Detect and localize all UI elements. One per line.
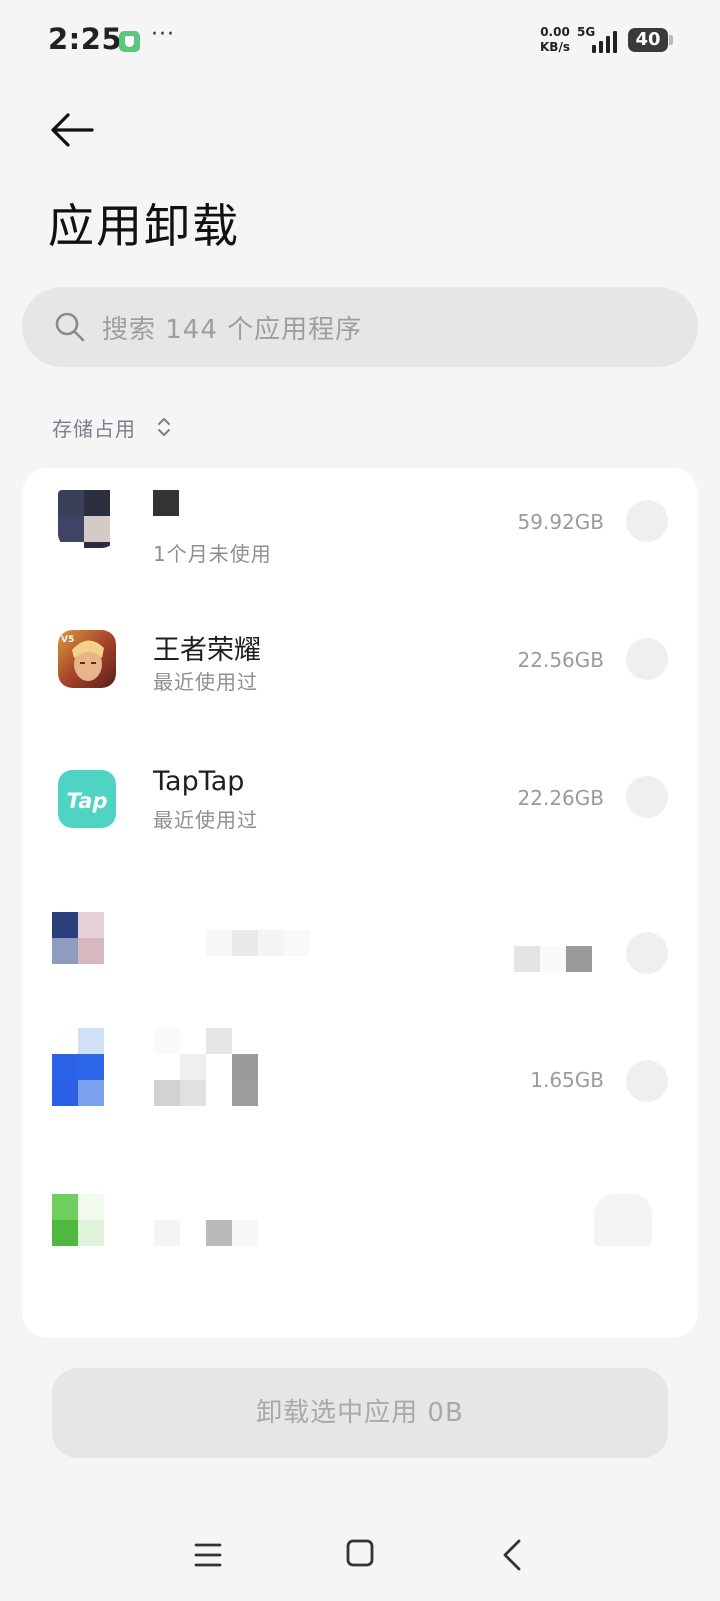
app-icon-redacted xyxy=(58,490,116,548)
page-title: 应用卸载 xyxy=(48,199,240,253)
app-last-used: 1个月未使用 xyxy=(153,542,272,566)
app-name-redacted xyxy=(154,1220,258,1246)
search-placeholder: 搜索 144 个应用程序 xyxy=(102,315,363,345)
sort-by-storage[interactable]: 存储占用 xyxy=(52,413,136,442)
status-time: 2:25 xyxy=(48,22,123,56)
uninstall-selected-button[interactable]: 卸载选中应用 0B xyxy=(52,1368,668,1458)
home-icon[interactable] xyxy=(346,1539,374,1567)
app-row[interactable] xyxy=(22,1168,698,1308)
taptap-icon: Tap xyxy=(58,770,116,828)
app-size: 59.92GB xyxy=(517,510,604,534)
app-icon-redacted xyxy=(52,912,104,964)
app-name: 王者荣耀 xyxy=(153,635,261,666)
select-checkbox[interactable] xyxy=(626,638,668,680)
app-row[interactable]: 1个月未使用 59.92GB xyxy=(22,468,698,608)
honor-of-kings-icon: V5 xyxy=(58,630,116,688)
search-icon xyxy=(54,311,86,343)
battery-tip xyxy=(669,35,673,45)
app-list: 1个月未使用 59.92GB V5 王者荣耀 最近使用过 22.56GB Tap… xyxy=(22,468,698,1338)
signal-strength-icon xyxy=(590,29,620,53)
vpn-shield-icon xyxy=(119,31,140,52)
sort-updown-icon[interactable] xyxy=(156,415,172,439)
app-row[interactable]: Tap TapTap 最近使用过 22.26GB xyxy=(22,748,698,888)
select-checkbox[interactable] xyxy=(626,1060,668,1102)
network-speed-value: 0.00 xyxy=(540,25,570,39)
menu-icon[interactable] xyxy=(193,1541,223,1569)
app-row[interactable] xyxy=(22,888,698,1028)
app-row[interactable]: 1.65GB xyxy=(22,1028,698,1168)
svg-text:Tap: Tap xyxy=(66,789,107,813)
app-name-redacted xyxy=(153,490,179,516)
app-name-redacted xyxy=(206,930,310,956)
app-row[interactable]: V5 王者荣耀 最近使用过 22.56GB xyxy=(22,608,698,748)
select-checkbox[interactable] xyxy=(626,500,668,542)
more-notifications-icon: ··· xyxy=(151,22,175,47)
app-size: 22.26GB xyxy=(517,786,604,810)
app-icon-redacted xyxy=(52,1028,104,1106)
app-name-redacted xyxy=(154,1028,258,1106)
back-chevron-icon[interactable] xyxy=(500,1538,524,1572)
battery-icon: 40 xyxy=(628,28,668,52)
select-checkbox[interactable] xyxy=(626,776,668,818)
search-bar[interactable]: 搜索 144 个应用程序 xyxy=(22,287,698,367)
app-last-used: 最近使用过 xyxy=(153,670,258,694)
back-arrow-icon[interactable] xyxy=(48,110,96,150)
app-icon-redacted xyxy=(52,1194,104,1246)
select-checkbox[interactable] xyxy=(626,932,668,974)
svg-text:V5: V5 xyxy=(61,635,74,645)
app-size: 22.56GB xyxy=(517,648,604,672)
app-last-used: 最近使用过 xyxy=(153,808,258,832)
network-speed-unit: KB/s xyxy=(540,40,570,54)
select-checkbox-redacted[interactable] xyxy=(594,1194,652,1246)
app-size: 1.65GB xyxy=(530,1068,604,1092)
app-size-redacted xyxy=(514,946,592,972)
app-name: TapTap xyxy=(153,766,245,797)
network-speed: 0.00 KB/s xyxy=(540,25,570,55)
